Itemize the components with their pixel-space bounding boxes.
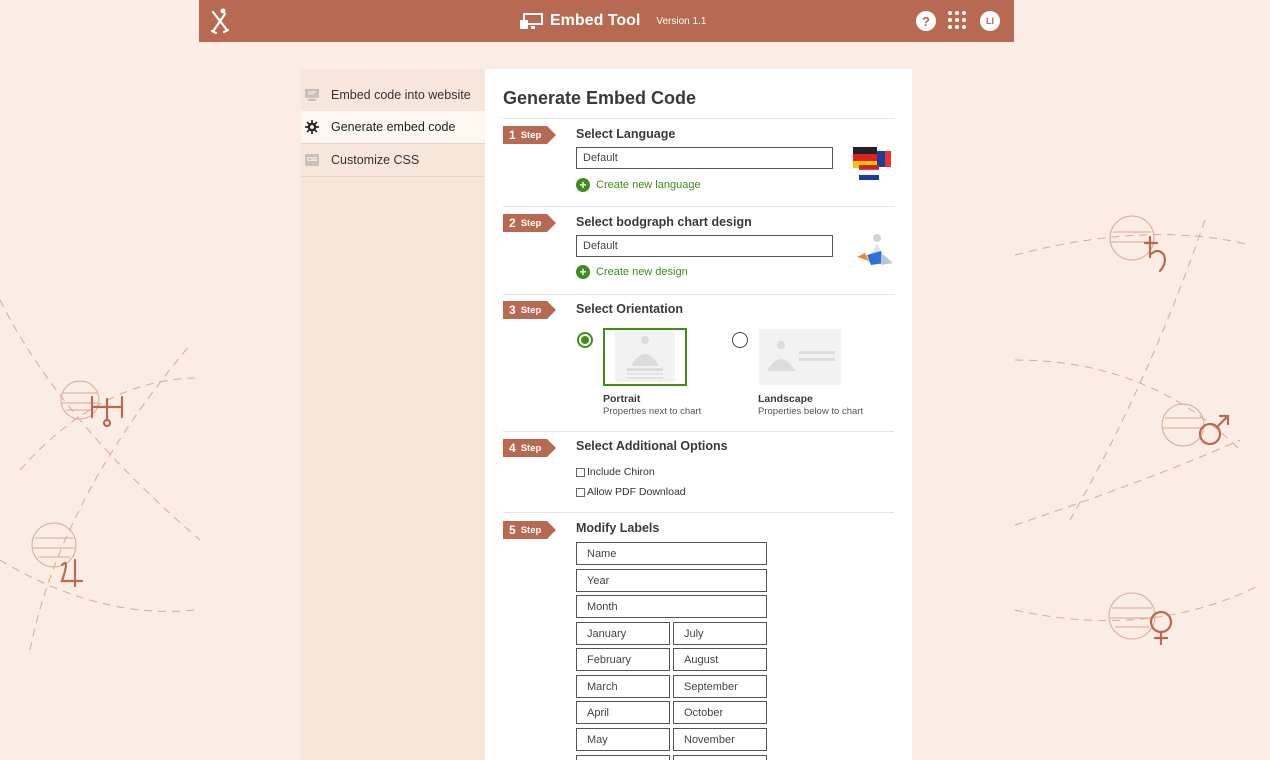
step-number: 5 <box>509 523 516 537</box>
landscape-option-card[interactable] <box>759 329 841 385</box>
portrait-description: Properties next to chart <box>603 406 702 417</box>
include-chiron-label: Include Chiron <box>587 466 655 478</box>
landscape-label: Landscape <box>758 393 813 405</box>
step-number: 2 <box>509 216 516 230</box>
app-logo-icon[interactable] <box>207 6 233 36</box>
monitor-icon <box>520 13 543 29</box>
step-4-title: Select Additional Options <box>576 439 728 453</box>
create-language-link[interactable]: + Create new language <box>576 178 701 192</box>
chart-design-select[interactable]: Default <box>576 235 833 257</box>
version-label: Version 1.1 <box>656 15 707 27</box>
apps-grid-icon[interactable] <box>948 11 968 31</box>
sidebar-item-label: Generate embed code <box>331 120 456 134</box>
divider <box>503 118 894 119</box>
step-word: Step <box>520 524 542 536</box>
sidebar-item-generate-embed-code[interactable]: Generate embed code <box>301 111 485 144</box>
landscape-radio[interactable] <box>732 332 748 348</box>
help-icon[interactable]: ? <box>916 11 936 31</box>
label-input-december-partial[interactable] <box>673 755 767 760</box>
chart-design-icon <box>857 234 893 265</box>
create-design-link[interactable]: + Create new design <box>576 265 688 279</box>
label-input-march[interactable]: March <box>576 675 670 698</box>
create-language-label: Create new language <box>596 179 701 191</box>
step-word: Step <box>520 129 542 141</box>
label-input-august[interactable]: August <box>673 648 767 671</box>
step-3-title: Select Orientation <box>576 302 683 316</box>
landscape-preview-icon <box>767 341 835 371</box>
css-icon: CSS <box>305 154 319 166</box>
main-panel: Generate Embed Code 1 Step Select Languag… <box>485 69 912 760</box>
css-icon-text: CSS <box>305 154 319 166</box>
plus-icon: + <box>576 265 590 279</box>
step-number: 4 <box>509 441 516 455</box>
step-3-badge: 3 Step <box>503 301 557 319</box>
gear-icon <box>305 120 319 134</box>
label-input-name[interactable]: Name <box>576 542 767 565</box>
step-word: Step <box>520 304 542 316</box>
step-1-badge: 1 Step <box>503 126 557 144</box>
allow-pdf-download-checkbox[interactable] <box>576 487 585 497</box>
portrait-option-card[interactable] <box>603 328 687 386</box>
divider <box>503 294 894 295</box>
divider <box>503 206 894 207</box>
step-number: 3 <box>509 303 516 317</box>
step-2-title: Select bodgraph chart design <box>576 215 752 229</box>
language-flags-icon <box>853 147 891 180</box>
label-input-year[interactable]: Year <box>576 569 767 592</box>
landscape-description: Properties below to chart <box>758 406 864 417</box>
portrait-radio[interactable] <box>577 332 593 348</box>
language-select[interactable]: Default <box>576 147 833 169</box>
divider <box>503 431 894 432</box>
portrait-label: Portrait <box>603 393 641 405</box>
divider <box>503 512 894 513</box>
sidebar-item-customize-css[interactable]: CSS Customize CSS <box>301 144 485 177</box>
step-word: Step <box>520 442 542 454</box>
step-word: Step <box>520 217 542 229</box>
step-1-title: Select Language <box>576 127 676 141</box>
allow-pdf-download-option[interactable]: Allow PDF Download <box>576 486 686 498</box>
create-design-label: Create new design <box>596 266 688 278</box>
sidebar-item-embed-code[interactable]: Embed code into website <box>301 79 485 112</box>
user-avatar[interactable]: LI <box>980 11 1000 31</box>
label-input-april[interactable]: April <box>576 701 670 724</box>
sidebar: Embed code into website Generate embed c… <box>301 69 485 760</box>
step-4-badge: 4 Step <box>503 439 557 457</box>
label-input-month[interactable]: Month <box>576 595 767 618</box>
label-input-november[interactable]: November <box>673 728 767 751</box>
include-chiron-checkbox[interactable] <box>576 467 585 477</box>
monitor-icon <box>305 89 319 101</box>
label-input-october[interactable]: October <box>673 701 767 724</box>
label-input-june-partial[interactable] <box>576 755 670 760</box>
app-title: Embed Tool <box>550 12 641 29</box>
label-input-february[interactable]: February <box>576 648 670 671</box>
step-5-title: Modify Labels <box>576 521 660 535</box>
label-input-may[interactable]: May <box>576 728 670 751</box>
allow-pdf-download-label: Allow PDF Download <box>587 486 686 498</box>
label-input-july[interactable]: July <box>673 622 767 645</box>
page-title: Generate Embed Code <box>503 88 697 108</box>
sidebar-item-label: Embed code into website <box>331 88 471 102</box>
include-chiron-option[interactable]: Include Chiron <box>576 466 655 478</box>
label-input-september[interactable]: September <box>673 675 767 698</box>
step-number: 1 <box>509 128 516 142</box>
step-5-badge: 5 Step <box>503 521 557 539</box>
top-bar: Embed Tool Version 1.1 ? LI <box>199 0 1014 42</box>
sidebar-item-label: Customize CSS <box>331 153 420 167</box>
label-input-january[interactable]: January <box>576 622 670 645</box>
step-2-badge: 2 Step <box>503 214 557 232</box>
portrait-preview-icon <box>615 332 675 382</box>
plus-icon: + <box>576 178 590 192</box>
